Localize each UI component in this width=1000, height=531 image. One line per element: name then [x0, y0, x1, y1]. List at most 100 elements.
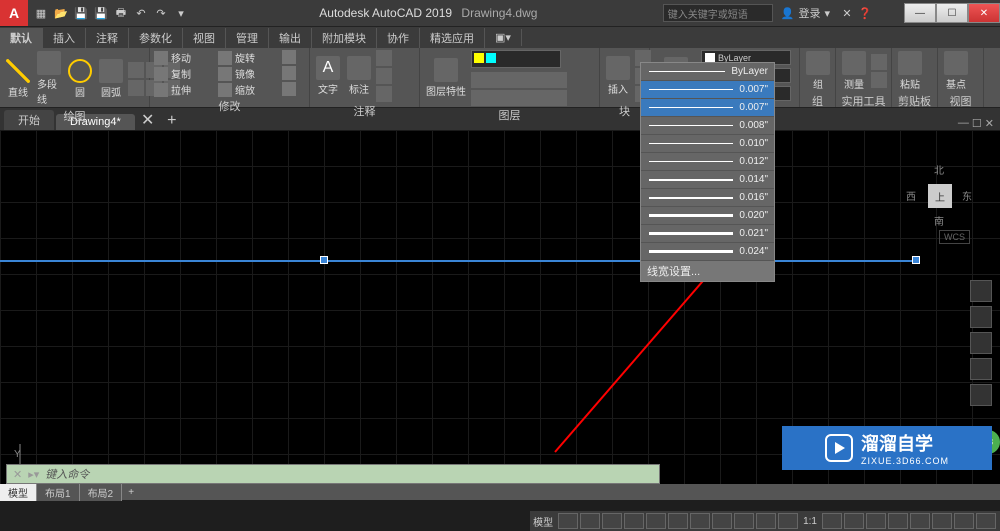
plot-icon[interactable]: 🖶 [112, 4, 130, 22]
lineweight-item[interactable]: ByLayer [641, 63, 774, 81]
app-logo[interactable]: A [0, 0, 28, 26]
cleanscreen-toggle[interactable] [954, 513, 974, 529]
polyline-button[interactable]: 多段线 [35, 50, 63, 107]
tab-output[interactable]: 输出 [269, 28, 312, 48]
tab-parametric[interactable]: 参数化 [129, 28, 183, 48]
line-button[interactable]: 直线 [4, 58, 32, 100]
trim-icon[interactable] [282, 50, 296, 64]
lineweight-item[interactable]: 0.007" [641, 81, 774, 99]
grid-toggle[interactable] [558, 513, 578, 529]
tab-collaborate[interactable]: 协作 [377, 28, 420, 48]
tab-addins[interactable]: 附加模块 [312, 28, 377, 48]
pan-icon[interactable] [970, 306, 992, 328]
tab-manage[interactable]: 管理 [226, 28, 269, 48]
dyninput-toggle[interactable] [756, 513, 776, 529]
lineweight-item[interactable]: 0.024" [641, 243, 774, 261]
orbit-icon[interactable] [970, 358, 992, 380]
customize-button[interactable] [976, 513, 996, 529]
annot-mini[interactable] [376, 50, 392, 102]
text-button[interactable]: A文字 [314, 55, 342, 97]
layer-tools[interactable] [471, 72, 565, 106]
osnap-toggle[interactable] [646, 513, 666, 529]
drawing-canvas[interactable]: Y X 上 北 南 西 东 WCS 78 ✕ ▸▾ 键入命令 模型 布局1 布局… [0, 130, 1000, 500]
transparency-toggle[interactable] [712, 513, 732, 529]
new-icon[interactable]: ▦ [32, 4, 50, 22]
polar-toggle[interactable] [624, 513, 644, 529]
workspace-switcher[interactable] [844, 513, 864, 529]
lineweight-dropdown-list[interactable]: ByLayer 0.007" 0.007" 0.008" 0.010" 0.01… [640, 62, 775, 282]
move-button[interactable]: 移动 [154, 50, 214, 65]
nav-wheel-icon[interactable] [970, 280, 992, 302]
layer-dropdown[interactable] [471, 50, 561, 68]
measure-button[interactable]: 测量 [840, 50, 868, 92]
tab-featured[interactable]: 精选应用 [420, 28, 485, 48]
undo-icon[interactable]: ↶ [132, 4, 150, 22]
help-icon[interactable]: ❓ [856, 4, 874, 22]
snap-toggle[interactable] [580, 513, 600, 529]
doc-restore-icon[interactable]: ☐ [972, 117, 982, 130]
viewcube[interactable]: 上 北 南 西 东 [904, 160, 974, 230]
cycling-toggle[interactable] [734, 513, 754, 529]
paste-button[interactable]: 粘贴 [896, 50, 924, 92]
tab-annotate[interactable]: 注释 [86, 28, 129, 48]
viewcube-top[interactable]: 上 [928, 184, 952, 208]
status-model[interactable]: 模型 [530, 514, 556, 529]
lineweight-item[interactable]: 0.007" [641, 99, 774, 117]
tab-expand[interactable]: ▣▾ [485, 29, 522, 46]
tab-default[interactable]: 默认 [0, 28, 43, 48]
zoom-icon[interactable] [970, 332, 992, 354]
annomon-toggle[interactable] [866, 513, 886, 529]
insert-button[interactable]: 插入 [604, 55, 632, 97]
qat-dropdown-icon[interactable]: ▾ [172, 4, 190, 22]
circle-button[interactable]: 圆 [66, 58, 94, 100]
lineweight-settings-button[interactable]: 线宽设置... [641, 261, 774, 281]
lineweight-item[interactable]: 0.008" [641, 117, 774, 135]
status-scale[interactable]: 1:1 [800, 516, 820, 527]
maximize-button[interactable]: ☐ [936, 3, 968, 23]
lineweight-item[interactable]: 0.010" [641, 135, 774, 153]
tab-insert[interactable]: 插入 [43, 28, 86, 48]
layer-properties-button[interactable]: 图层特性 [424, 57, 468, 99]
tab-view[interactable]: 视图 [183, 28, 226, 48]
model-tab[interactable]: 模型 [0, 484, 37, 501]
command-line[interactable]: ✕ ▸▾ 键入命令 [6, 464, 660, 484]
add-tab-button[interactable]: + [161, 112, 183, 130]
add-layout-button[interactable]: + [122, 487, 140, 498]
base-button[interactable]: 基点 [942, 50, 970, 92]
ortho-toggle[interactable] [602, 513, 622, 529]
search-input[interactable]: 键入关键字或短语 [663, 4, 773, 22]
lwt-toggle[interactable] [690, 513, 710, 529]
scale-button[interactable]: 缩放 [218, 82, 278, 97]
open-icon[interactable]: 📂 [52, 4, 70, 22]
isolate-toggle[interactable] [910, 513, 930, 529]
doc-minimize-icon[interactable]: — [958, 117, 969, 130]
exchange-icon[interactable]: ✕ [838, 4, 856, 22]
lineweight-item[interactable]: 0.016" [641, 189, 774, 207]
qprops-toggle[interactable] [778, 513, 798, 529]
rotate-button[interactable]: 旋转 [218, 50, 278, 65]
lineweight-item[interactable]: 0.020" [641, 207, 774, 225]
group-button[interactable]: 组 [804, 50, 832, 92]
minimize-button[interactable]: — [904, 3, 936, 23]
units-toggle[interactable] [888, 513, 908, 529]
mirror-button[interactable]: 镜像 [218, 66, 278, 81]
layout2-tab[interactable]: 布局2 [80, 484, 123, 501]
wcs-label[interactable]: WCS [939, 230, 970, 244]
lineweight-item[interactable]: 0.014" [641, 171, 774, 189]
lineweight-item[interactable]: 0.012" [641, 153, 774, 171]
doc-close-icon[interactable]: ✕ [985, 117, 994, 130]
copy-button[interactable]: 复制 [154, 66, 214, 81]
array-icon[interactable] [282, 82, 296, 96]
arc-button[interactable]: 圆弧 [97, 58, 125, 100]
redo-icon[interactable]: ↷ [152, 4, 170, 22]
annoscale-toggle[interactable] [822, 513, 842, 529]
stretch-button[interactable]: 拉伸 [154, 82, 214, 97]
saveas-icon[interactable]: 💾 [92, 4, 110, 22]
showmotion-icon[interactable] [970, 384, 992, 406]
fillet-icon[interactable] [282, 66, 296, 80]
dimension-button[interactable]: 标注 [345, 55, 373, 97]
hwaccel-toggle[interactable] [932, 513, 952, 529]
layout1-tab[interactable]: 布局1 [37, 484, 80, 501]
lineweight-item[interactable]: 0.021" [641, 225, 774, 243]
save-icon[interactable]: 💾 [72, 4, 90, 22]
